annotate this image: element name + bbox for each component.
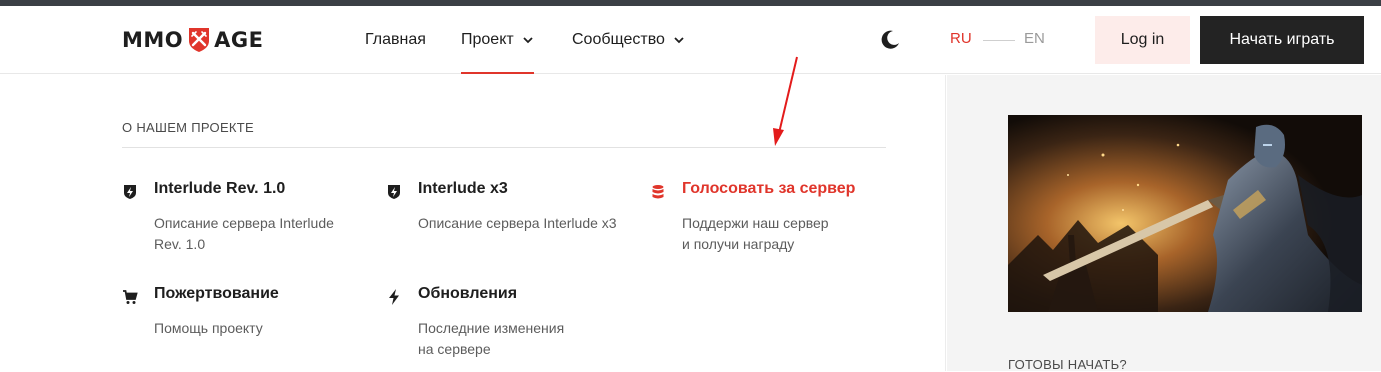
login-button[interactable]: Log in xyxy=(1095,16,1190,64)
crossed-swords-shield-icon xyxy=(187,27,211,53)
start-playing-button[interactable]: Начать играть xyxy=(1200,16,1364,64)
menu-item-title: Обновления xyxy=(418,285,518,302)
theme-toggle-moon-icon[interactable] xyxy=(878,28,902,52)
nav-home-label: Главная xyxy=(365,31,426,48)
shield-bolt-icon xyxy=(388,185,400,199)
menu-item-desc-line: на сервере xyxy=(418,341,491,357)
menu-item-title: Interlude Rev. 1.0 xyxy=(154,180,286,197)
lang-en[interactable]: EN xyxy=(1024,30,1045,47)
menu-item-title: Пожертвование xyxy=(154,285,279,302)
dropdown-sidebar: ГОТОВЫ НАЧАТЬ? xyxy=(947,75,1381,372)
project-dropdown-menu: О НАШЕМ ПРОЕКТЕ Interlude Rev. 1.0 Описа… xyxy=(0,75,946,371)
section-divider xyxy=(122,147,886,148)
nav-project[interactable]: Проект xyxy=(461,6,534,74)
menu-item-desc-line: Последние изменения xyxy=(418,320,565,336)
logo[interactable]: MMO AGE xyxy=(122,27,264,53)
lang-ru[interactable]: RU xyxy=(950,30,972,47)
menu-item-title: Interlude x3 xyxy=(418,180,508,197)
menu-item-desc: Последние изменения на сервере xyxy=(418,318,628,360)
menu-item-title: Голосовать за сервер xyxy=(682,180,856,197)
menu-item-desc: Описание сервера Interlude x3 xyxy=(418,215,617,231)
nav-home[interactable]: Главная xyxy=(365,6,426,74)
chevron-down-icon xyxy=(674,37,684,44)
shield-bolt-icon xyxy=(124,185,136,199)
menu-item-desc-line: и получи награду xyxy=(682,236,795,252)
menu-item-desc-line: Поддержи наш сервер xyxy=(682,215,829,231)
section-title: О НАШЕМ ПРОЕКТЕ xyxy=(122,120,255,135)
promo-image[interactable] xyxy=(1008,115,1362,312)
chevron-down-icon xyxy=(523,37,533,44)
site-header: MMO AGE Главная Проект Сообщество RU EN … xyxy=(0,6,1381,74)
fantasy-knight-artwork xyxy=(1008,115,1362,312)
menu-item-desc: Помощь проекту xyxy=(154,320,263,336)
cart-icon xyxy=(123,290,138,304)
ready-to-start-label: ГОТОВЫ НАЧАТЬ? xyxy=(1008,357,1127,372)
menu-item-desc: Описание сервера Interlude Rev. 1.0 xyxy=(154,215,334,252)
menu-item-desc: Поддержи наш сервер и получи награду xyxy=(682,213,892,255)
nav-project-label: Проект xyxy=(461,31,514,48)
lang-separator xyxy=(983,40,1015,41)
nav-community-label: Сообщество xyxy=(572,31,665,48)
logo-text-right: AGE xyxy=(214,28,264,52)
logo-text-left: MMO xyxy=(122,28,184,52)
lightning-icon xyxy=(389,289,399,305)
database-icon xyxy=(652,185,664,199)
nav-community[interactable]: Сообщество xyxy=(572,6,685,74)
